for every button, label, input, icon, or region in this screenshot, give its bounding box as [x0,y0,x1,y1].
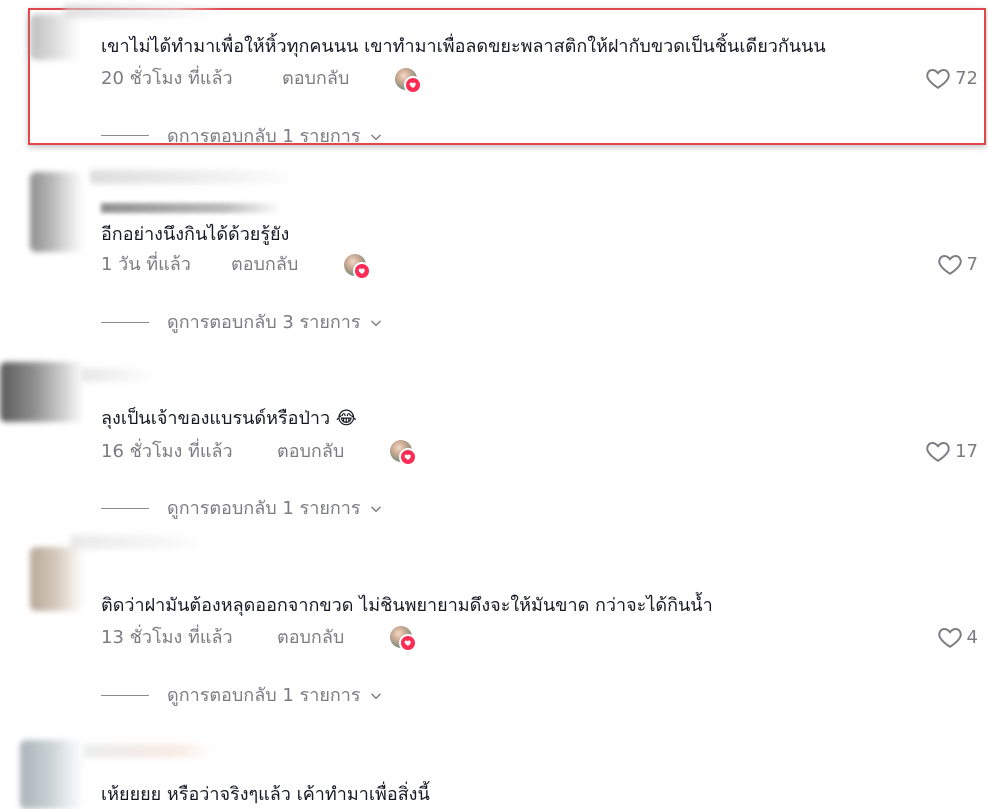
avatar[interactable] [30,14,82,60]
comment-timestamp: 16 ชั่วโมง ที่แล้ว [101,441,233,462]
view-replies-label: ดูการตอบกลับ 3 รายการ [167,312,361,333]
comment-timestamp: 20 ชั่วโมง ที่แล้ว [101,68,233,89]
heart-outline-icon [926,69,950,89]
avatar[interactable] [0,362,84,422]
chevron-down-icon [370,506,381,513]
heart-outline-icon [937,255,962,275]
username-blurred[interactable] [90,170,300,184]
comment-text: อีกอย่างนึงกินได้ด้วยรู้ยัง [101,224,290,245]
like-button[interactable]: 7 [937,252,978,276]
creator-liked-avatar [344,254,371,280]
heart-outline-icon [937,628,962,648]
avatar[interactable] [30,547,84,611]
reply-button[interactable]: ตอบกลับ [277,441,344,463]
view-replies-button[interactable]: ดูการตอบกลับ 1 รายการ [167,685,383,707]
heart-badge-icon [399,448,417,466]
heart-outline-icon [926,442,950,462]
like-count: 17 [955,440,978,462]
like-button[interactable]: 4 [937,625,978,649]
username-blurred[interactable] [64,4,224,18]
heart-badge-icon [353,262,371,280]
like-button[interactable]: 72 [925,66,978,90]
view-replies-button[interactable]: ดูการตอบกลับ 3 รายการ [167,312,383,334]
creator-liked-avatar [390,440,417,466]
divider-line [101,135,149,136]
reply-button[interactable]: ตอบกลับ [282,68,349,90]
username-blurred[interactable] [82,368,152,382]
reply-button[interactable]: ตอบกลับ [231,254,298,276]
chevron-down-icon [370,134,381,141]
like-count: 7 [966,253,978,275]
view-replies-label: ดูการตอบกลับ 1 รายการ [167,126,361,143]
view-replies-button[interactable]: ดูการตอบกลับ 1 รายการ [167,126,383,143]
reply-button[interactable]: ตอบกลับ [277,627,344,649]
comment-text: เขาไม่ได้ทำมาเพื่อให้หิ้วทุกคนนน เขาทำมา… [101,36,826,57]
like-button[interactable]: 17 [925,439,978,463]
view-replies-button[interactable]: ดูการตอบกลับ 1 รายการ [167,498,383,520]
comment-text: ลุงเป็นเจ้าของแบรนด์หรือป่าว 😂 [101,408,357,429]
heart-badge-icon [399,634,417,652]
comment-text: เห้ยยยย หรือว่าจริงๆแล้ว เค้าทำมาเพื่อสิ… [101,784,430,805]
creator-liked-avatar [390,626,417,652]
comment-text: ติดว่าฝามันต้องหลุดออกจากขวด ไม่ชินพยายา… [101,595,713,616]
chevron-down-icon [370,320,381,327]
chevron-down-icon [370,693,381,700]
divider-line [101,322,149,323]
like-count: 4 [966,626,978,648]
comment-timestamp: 1 วัน ที่แล้ว [101,254,191,275]
divider-line [101,695,149,696]
heart-badge-icon [404,76,422,94]
comment-line-blurred [101,203,281,213]
username-blurred[interactable] [84,744,214,758]
view-replies-label: ดูการตอบกลับ 1 รายการ [167,498,361,519]
view-replies-label: ดูการตอบกลับ 1 รายการ [167,685,361,706]
avatar[interactable] [20,740,84,809]
like-count: 72 [955,67,978,89]
comment-timestamp: 13 ชั่วโมง ที่แล้ว [101,627,233,648]
divider-line [101,508,149,509]
avatar[interactable] [30,172,84,252]
username-blurred[interactable] [70,535,210,549]
creator-liked-avatar [395,68,422,94]
